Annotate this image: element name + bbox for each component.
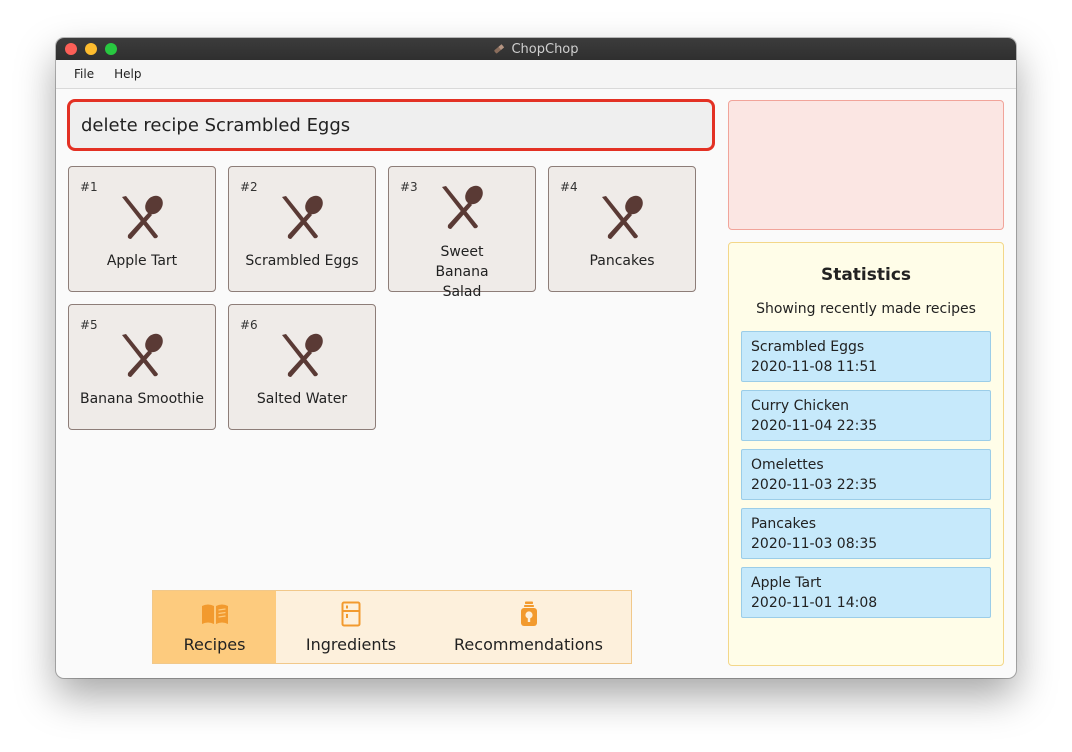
recent-recipe-time: 2020-11-01 14:08 [751, 595, 878, 611]
recipe-index: #4 [560, 180, 578, 194]
tab-label: Ingredients [305, 635, 397, 654]
recipe-card[interactable]: #2 Scrambled Eggs [228, 166, 376, 292]
utensils-icon [442, 185, 483, 229]
tab-recipes[interactable]: Recipes [153, 591, 276, 663]
tab-label: Recommendations [454, 635, 603, 654]
utensils-icon [122, 195, 163, 239]
lightbulb-icon [520, 601, 537, 626]
tab-label: Recipes [183, 635, 246, 654]
command-input[interactable]: delete recipe Scrambled Eggs [67, 99, 715, 151]
recent-recipe-time: 2020-11-03 08:35 [751, 536, 878, 552]
utensils-icon [602, 195, 643, 239]
recipe-card[interactable]: #1 Apple Tart [68, 166, 216, 292]
utensils-icon [122, 333, 163, 377]
recent-recipe-time: 2020-11-03 22:35 [751, 477, 878, 493]
recent-recipe-entry: Pancakes 2020-11-03 08:35 [741, 508, 991, 559]
statistics-subtitle: Showing recently made recipes [756, 301, 976, 317]
zoom-window-button[interactable] [105, 43, 117, 55]
recent-recipe-entry: Curry Chicken 2020-11-04 22:35 [741, 390, 991, 441]
recipe-name: Salted Water [256, 391, 348, 407]
menu-bar: File Help [56, 60, 1016, 89]
menu-file[interactable]: File [74, 67, 94, 81]
view-tab-bar: Recipes Ingredients Recommendations [152, 590, 632, 664]
recipe-index: #3 [400, 180, 418, 194]
recipe-card[interactable]: #6 Salted Water [228, 304, 376, 430]
recipe-index: #2 [240, 180, 258, 194]
tab-recommendations[interactable]: Recommendations [426, 591, 631, 663]
command-text: delete recipe Scrambled Eggs [81, 114, 351, 136]
recent-recipe-entry: Scrambled Eggs 2020-11-08 11:51 [741, 331, 991, 382]
statistics-panel: Statistics Showing recently made recipes… [728, 242, 1004, 666]
recent-recipe-name: Omelettes [751, 457, 824, 473]
recipe-index: #1 [80, 180, 98, 194]
recipe-card[interactable]: #5 Banana Smoothie [68, 304, 216, 430]
app-logo-icon [494, 44, 505, 54]
utensils-icon [282, 195, 323, 239]
recipe-name: Banana Smoothie [79, 391, 205, 407]
title-bar: ChopChop [56, 38, 1016, 60]
command-result-panel [728, 100, 1004, 230]
recipe-name: Scrambled Eggs [245, 253, 359, 269]
close-window-button[interactable] [65, 43, 77, 55]
recipe-index: #5 [80, 318, 98, 332]
recent-recipe-name: Apple Tart [751, 575, 822, 591]
minimize-window-button[interactable] [85, 43, 97, 55]
app-window: ChopChop File Help delete recipe Scrambl… [56, 38, 1016, 678]
recipe-index: #6 [240, 318, 258, 332]
recent-recipe-name: Scrambled Eggs [751, 339, 865, 355]
recent-recipe-entry: Apple Tart 2020-11-01 14:08 [741, 567, 991, 618]
book-icon [201, 604, 228, 624]
recipe-card[interactable]: #3 Sweet Banana Salad [388, 166, 536, 300]
window-controls [65, 43, 117, 55]
recipe-name: Pancakes [589, 253, 655, 269]
window-title-group: ChopChop [493, 41, 579, 57]
tab-ingredients[interactable]: Ingredients [276, 591, 426, 663]
window-title: ChopChop [511, 41, 579, 57]
recent-recipe-time: 2020-11-08 11:51 [751, 359, 878, 375]
recipe-card[interactable]: #4 Pancakes [548, 166, 696, 292]
recent-recipe-entry: Omelettes 2020-11-03 22:35 [741, 449, 991, 500]
recent-recipe-name: Curry Chicken [751, 398, 849, 414]
statistics-title: Statistics [820, 265, 912, 285]
recent-recipe-name: Pancakes [751, 516, 817, 532]
utensils-icon [282, 333, 323, 377]
recipe-name: Apple Tart [106, 253, 178, 269]
fridge-icon [341, 601, 361, 627]
menu-help[interactable]: Help [114, 67, 141, 81]
recipe-name: Sweet Banana Salad [435, 244, 489, 300]
recent-recipe-time: 2020-11-04 22:35 [751, 418, 878, 434]
